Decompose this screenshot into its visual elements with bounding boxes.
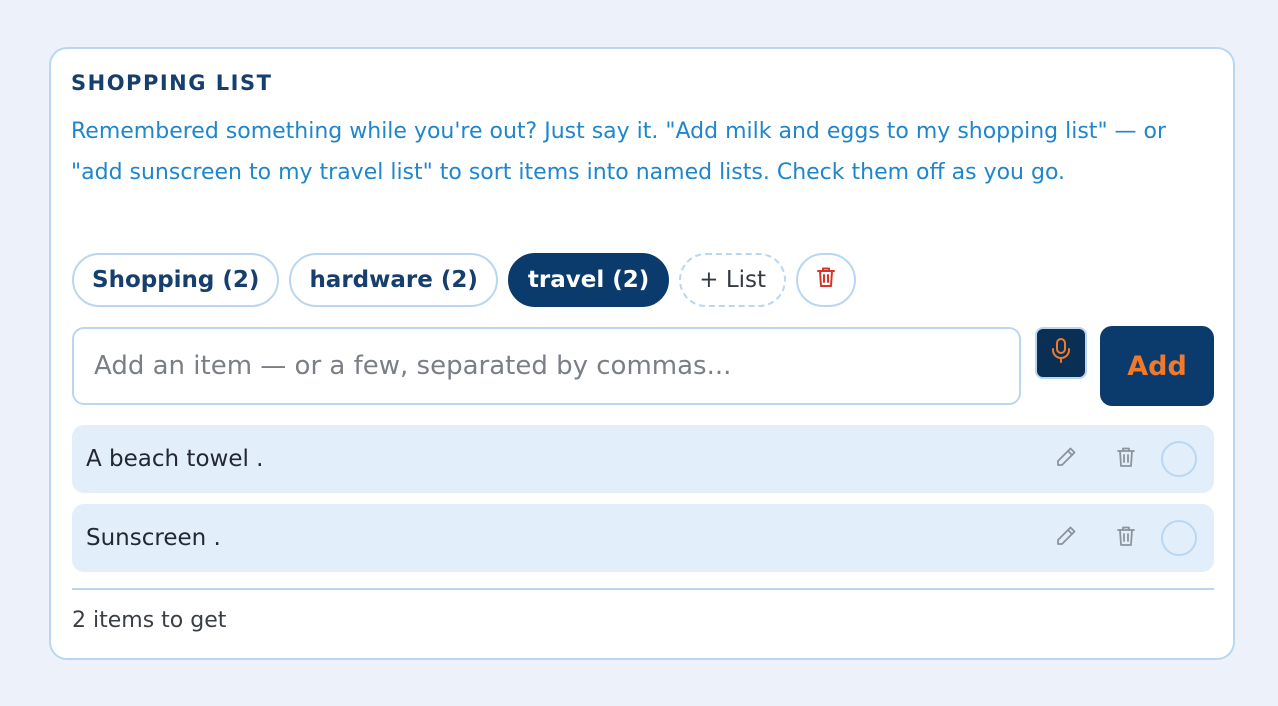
- item-text: A beach towel .: [86, 446, 264, 472]
- add-item-input[interactable]: [72, 327, 1021, 405]
- trash-icon: [1115, 445, 1137, 473]
- add-button[interactable]: Add: [1100, 326, 1214, 406]
- card-title: SHOPPING LIST: [71, 71, 273, 95]
- trash-icon: [1115, 524, 1137, 552]
- divider: [72, 588, 1214, 590]
- voice-input-button[interactable]: [1035, 327, 1087, 379]
- item-checkbox[interactable]: [1161, 441, 1197, 477]
- card-description: Remembered something while you're out? J…: [71, 119, 1167, 185]
- items-remaining-count: 2 items to get: [72, 608, 227, 633]
- delete-item-button[interactable]: [1112, 524, 1140, 552]
- microphone-icon: [1049, 337, 1073, 369]
- list-tabs: Shopping (2) hardware (2) travel (2) + L…: [72, 252, 857, 308]
- delete-list-button[interactable]: [796, 253, 857, 307]
- delete-item-button[interactable]: [1112, 445, 1140, 473]
- new-list-button[interactable]: + List: [679, 253, 787, 307]
- item-checkbox[interactable]: [1161, 520, 1197, 556]
- tab-travel[interactable]: travel (2): [507, 253, 670, 307]
- item-text: Sunscreen .: [86, 525, 221, 551]
- tab-hardware[interactable]: hardware (2): [289, 253, 498, 307]
- tab-shopping[interactable]: Shopping (2): [72, 253, 280, 307]
- list-item: Sunscreen .: [72, 504, 1214, 572]
- trash-icon: [815, 265, 837, 295]
- pencil-icon: [1054, 445, 1078, 473]
- edit-item-button[interactable]: [1052, 524, 1080, 552]
- edit-item-button[interactable]: [1052, 445, 1080, 473]
- pencil-icon: [1054, 524, 1078, 552]
- list-item: A beach towel .: [72, 425, 1214, 493]
